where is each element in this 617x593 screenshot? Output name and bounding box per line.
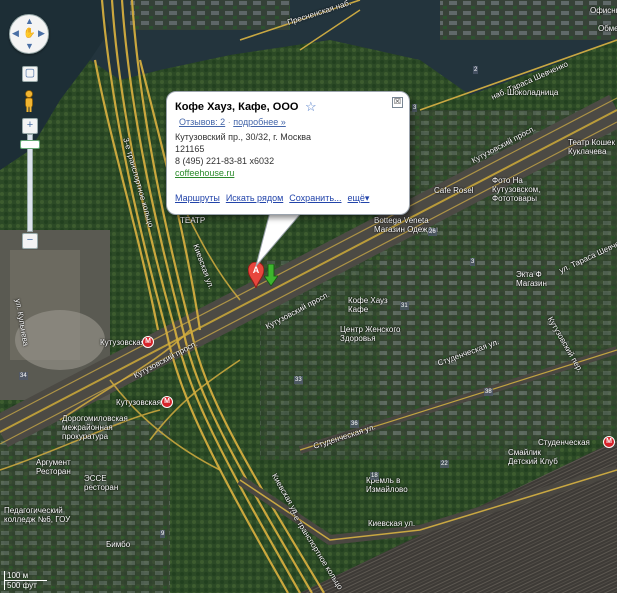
poi-essie: ЭССЕ ресторан: [84, 474, 119, 492]
building-number: 26: [428, 228, 437, 236]
more-actions-link[interactable]: ещё▾: [348, 193, 370, 203]
building-number: 31: [400, 302, 409, 310]
poi-ped-college: Педагогический колледж №6, ГОУ: [4, 506, 71, 524]
building-number: 22: [440, 460, 449, 468]
metro-icon: M: [161, 396, 173, 408]
building-number: 33: [294, 376, 303, 384]
pan-control[interactable]: ▲ ▼ ◀ ▶ ✋: [9, 14, 49, 54]
close-icon[interactable]: ☒: [392, 97, 403, 108]
pan-right-icon[interactable]: ▶: [38, 29, 45, 38]
info-window: Кофе Хауз, Кафе, ООО ☆ ☒ Отзывов: 2 · по…: [166, 91, 410, 215]
metro-icon: M: [142, 336, 154, 348]
building-number: 2: [473, 66, 479, 74]
metro-label-kutuzovskaya-2: Кутузовская: [116, 398, 162, 407]
scale-imperial: 500 фут: [4, 581, 47, 590]
poi-obmen: Обмен: [598, 24, 617, 33]
poi-bimbo: Бимбо: [106, 540, 131, 549]
address: Кутузовский пр., 30/32, г. Москва: [175, 132, 311, 142]
building-number: 3: [470, 258, 476, 266]
poi-kofe-koshek: Театр Кошек Куклачева: [568, 138, 615, 156]
save-link[interactable]: Сохранить...: [289, 193, 341, 203]
building-number: 38: [484, 388, 493, 396]
building-number: 3: [412, 104, 418, 112]
scale-bar: 100 м 500 фут: [4, 571, 47, 590]
poi-ekta: Экта Ф Магазин: [516, 270, 547, 288]
building-number: 34: [19, 372, 28, 380]
center-button[interactable]: ▢: [22, 66, 38, 82]
poi-smailik: Смайлик Детский Клуб: [508, 448, 558, 466]
street-label-kievskaya-e: Киевская ул.: [368, 519, 416, 528]
metro-label-kutuzovskaya: Кутузовская: [100, 338, 146, 347]
pan-up-icon[interactable]: ▲: [25, 17, 34, 26]
metro-icon: M: [603, 436, 615, 448]
poi-kofe-haus: Кофе Хауз Кафе: [348, 296, 388, 314]
directions-link[interactable]: Маршруты: [175, 193, 220, 203]
pegman-icon[interactable]: [22, 90, 36, 112]
reviews-link[interactable]: Отзывов: 2: [179, 117, 225, 127]
poi-office: Офисный Комплекс: [590, 6, 617, 15]
star-icon[interactable]: ☆: [305, 99, 317, 115]
pan-left-icon[interactable]: ◀: [12, 29, 19, 38]
building-number: 18: [370, 472, 379, 480]
building-number: 9: [160, 530, 166, 538]
poi-teatr: ТЕАТР: [180, 216, 206, 225]
satellite-map[interactable]: Пресненская наб. наб. Тараса Шевченко Шо…: [0, 0, 617, 593]
reviews-line: Отзывов: 2 · подробнее »: [179, 117, 286, 127]
pan-down-icon[interactable]: ▼: [25, 42, 34, 51]
poi-dorogomilovo: Дорогомиловская межрайонная прокуратура: [62, 414, 128, 441]
search-nearby-link[interactable]: Искать рядом: [226, 193, 283, 203]
hand-icon: ✋: [23, 28, 36, 39]
building-number: 36: [350, 420, 359, 428]
metro-label-studencheskaya: Студенческая: [538, 438, 590, 447]
website-link[interactable]: coffeehouse.ru: [175, 168, 234, 178]
info-actions: Маршруты Искать рядом Сохранить... ещё▾: [175, 193, 375, 204]
more-link[interactable]: подробнее »: [233, 117, 286, 127]
postcode: 121165: [175, 144, 205, 154]
scale-metric: 100 м: [4, 571, 47, 581]
phone: 8 (495) 221-83-81 x6032: [175, 156, 275, 166]
map-navigation-control: ▲ ▼ ◀ ▶ ✋ ▢ + −: [9, 14, 49, 254]
poi-photo-na: Фото На Кутузовском, Фототовары: [492, 176, 541, 203]
poi-shokoladnitsa: Шоколадница: [507, 88, 559, 97]
zoom-out-button[interactable]: −: [22, 233, 38, 249]
poi-cafe-rosel: Cafe Rosel: [434, 186, 474, 195]
poi-argument: Аргумент Ресторан: [36, 458, 71, 476]
zoom-in-button[interactable]: +: [22, 118, 38, 134]
info-window-tail: [255, 212, 303, 267]
place-title: Кофе Хауз, Кафе, ООО: [175, 101, 299, 113]
zoom-slider-handle[interactable]: [20, 140, 40, 149]
poi-centr-zdor: Центр Женского Здоровья: [340, 325, 401, 343]
